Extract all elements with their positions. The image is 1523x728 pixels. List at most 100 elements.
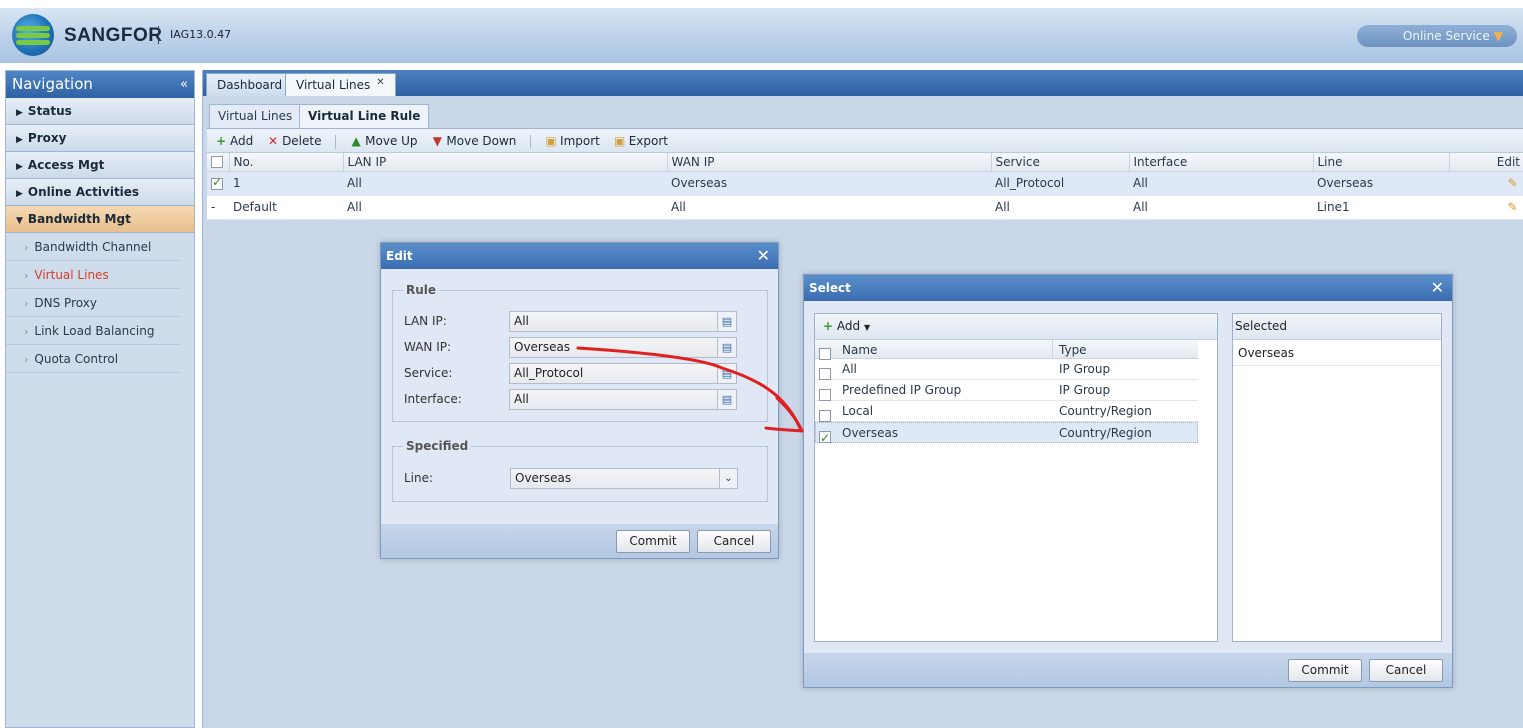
picker-icon[interactable]: ▤ (717, 390, 736, 409)
list-item-name: Local (842, 404, 874, 418)
edit-dialog-header: Edit ✕ (381, 243, 778, 269)
subtab-virtual-line-rule[interactable]: Virtual Line Rule (299, 104, 430, 128)
list-item-checkbox[interactable] (819, 367, 831, 380)
tab-virtual-lines[interactable]: Virtual Lines ✕ (285, 73, 396, 96)
close-tab-icon[interactable]: ✕ (376, 77, 384, 88)
list-item-checkbox[interactable] (819, 388, 831, 401)
subtab-label: Virtual Lines (218, 109, 293, 123)
selected-header: Selected (1233, 314, 1441, 340)
subtab-bar: Virtual Lines Virtual Line Rule (207, 102, 1523, 128)
navigation-header: Navigation « (6, 71, 194, 98)
specified-fieldset: Specified Line: Overseas ⌄ (392, 439, 768, 502)
specified-legend: Specified (403, 439, 472, 453)
list-item-name: Overseas (842, 426, 899, 440)
select-commit-button[interactable]: Commit (1288, 659, 1362, 682)
close-icon[interactable]: ✕ (757, 243, 770, 269)
online-service-label: Online Service (1402, 29, 1490, 43)
cell-wan-ip: All (667, 195, 991, 220)
export-button[interactable]: ▣ Export (614, 129, 668, 153)
column-header-name[interactable]: Name (842, 340, 877, 360)
select-all-checkbox[interactable] (819, 347, 831, 360)
select-all-checkbox[interactable] (211, 156, 223, 169)
sidebar-subitem-dns-proxy[interactable]: › DNS Proxy (6, 289, 180, 317)
subtab-label: Virtual Line Rule (308, 109, 421, 123)
line-select[interactable]: Overseas ⌄ (510, 468, 738, 489)
select-add-button[interactable]: + Add ▼ (823, 319, 870, 333)
move-down-button[interactable]: ▼ Move Down (431, 129, 517, 153)
select-add-label: Add (836, 319, 861, 333)
lan-ip-field[interactable]: All ▤ (509, 311, 737, 332)
column-header[interactable]: WAN IP (667, 153, 992, 172)
select-dialog-footer: Commit Cancel (804, 653, 1452, 687)
selected-item[interactable]: Overseas (1233, 340, 1441, 366)
list-item[interactable]: Local Country/Region (815, 401, 1198, 422)
export-folder-icon: ▣ (614, 134, 626, 148)
cell-no: 1 (229, 171, 343, 196)
list-item[interactable]: All IP Group (815, 359, 1198, 380)
virtual-line-rule-table: No. LAN IP WAN IP Service Interface Line… (207, 153, 1523, 220)
select-cancel-button[interactable]: Cancel (1369, 659, 1443, 682)
list-item-type: IP Group (1059, 383, 1111, 397)
delete-button[interactable]: ✕ Delete (267, 129, 321, 153)
pencil-edit-icon[interactable]: ✎ (1507, 200, 1517, 214)
table-header-row: No. LAN IP WAN IP Service Interface Line… (207, 153, 1523, 172)
sidebar-item-proxy[interactable]: ▶ Proxy (6, 125, 194, 152)
pencil-edit-icon[interactable]: ✎ (1507, 176, 1517, 190)
import-button[interactable]: ▣ Import (545, 129, 600, 153)
collapse-sidebar-icon[interactable]: « (180, 71, 188, 98)
sidebar-subitem-virtual-lines[interactable]: › Virtual Lines (6, 261, 180, 289)
move-up-label: Move Up (365, 134, 418, 148)
picker-icon[interactable]: ▤ (717, 364, 736, 383)
subtab-virtual-lines[interactable]: Virtual Lines (209, 104, 302, 128)
sidebar-subitem-label: Quota Control (34, 352, 119, 366)
service-field[interactable]: All_Protocol ▤ (509, 363, 737, 384)
move-up-button[interactable]: ▲ Move Up (350, 129, 418, 153)
sidebar-item-online-activities[interactable]: ▶ Online Activities (6, 179, 194, 206)
picker-icon[interactable]: ▤ (717, 312, 736, 331)
top-header: SANGFOR IAG13.0.47 Online Service ▼ (0, 0, 1523, 63)
tab-dashboard[interactable]: Dashboard (206, 73, 294, 96)
close-icon[interactable]: ✕ (1431, 275, 1444, 301)
edit-commit-button[interactable]: Commit (616, 530, 690, 553)
sidebar-item-access-mgt[interactable]: ▶ Access Mgt (6, 152, 194, 179)
column-header[interactable]: Line (1313, 153, 1450, 172)
sidebar-item-status[interactable]: ▶ Status (6, 98, 194, 125)
column-header[interactable]: LAN IP (343, 153, 668, 172)
list-item-type: Country/Region (1059, 426, 1152, 440)
column-header: Edit (1449, 153, 1523, 172)
sidebar-subitem-quota-control[interactable]: › Quota Control (6, 345, 180, 373)
add-button[interactable]: + Add (215, 129, 253, 153)
table-row[interactable]: - Default All All All All Line1 ✎ (207, 195, 1523, 220)
chevron-down-icon[interactable]: ⌄ (719, 469, 737, 488)
delete-label: Delete (282, 134, 322, 148)
list-item[interactable]: Overseas Country/Region (815, 422, 1198, 448)
column-header[interactable]: No. (229, 153, 344, 172)
list-item[interactable]: Predefined IP Group IP Group (815, 380, 1198, 401)
list-item-checkbox[interactable] (819, 428, 831, 448)
interface-field[interactable]: All ▤ (509, 389, 737, 410)
row-checkbox[interactable] (211, 175, 223, 190)
column-header[interactable]: Service (991, 153, 1130, 172)
table-row[interactable]: 1 All Overseas All_Protocol All Overseas… (207, 171, 1523, 196)
list-item-checkbox-cell (819, 426, 831, 448)
cell-line: Overseas (1313, 171, 1449, 196)
sidebar-subitem-link-load-balancing[interactable]: › Link Load Balancing (6, 317, 180, 345)
available-items-panel: + Add ▼ Name Type All IP Group Predefine… (814, 313, 1218, 642)
list-item-checkbox[interactable] (819, 409, 831, 422)
wan-ip-field[interactable]: Overseas ▤ (509, 337, 737, 358)
edit-cell: ✎ (1449, 195, 1523, 220)
sidebar-subitem-bandwidth-channel[interactable]: › Bandwidth Channel (6, 233, 180, 261)
rule-toolbar: + Add ✕ Delete ▲ Move Up ▼ Move Down ▣ Import… (207, 128, 1523, 153)
triangle-right-icon: ▶ (16, 108, 23, 118)
sidebar-item-label: Online Activities (27, 185, 140, 199)
chevron-right-icon: › (24, 241, 29, 254)
import-folder-icon: ▣ (545, 134, 557, 148)
column-header[interactable]: Interface (1129, 153, 1314, 172)
sidebar-item-bandwidth-mgt[interactable]: ▼ Bandwidth Mgt (6, 206, 194, 233)
column-header-type[interactable]: Type (1059, 340, 1087, 360)
picker-icon[interactable]: ▤ (717, 338, 736, 357)
delete-x-icon: ✕ (268, 134, 279, 148)
plus-icon: + (823, 319, 834, 333)
edit-cancel-button[interactable]: Cancel (697, 530, 771, 553)
online-service-menu[interactable]: Online Service ▼ (1357, 25, 1517, 47)
